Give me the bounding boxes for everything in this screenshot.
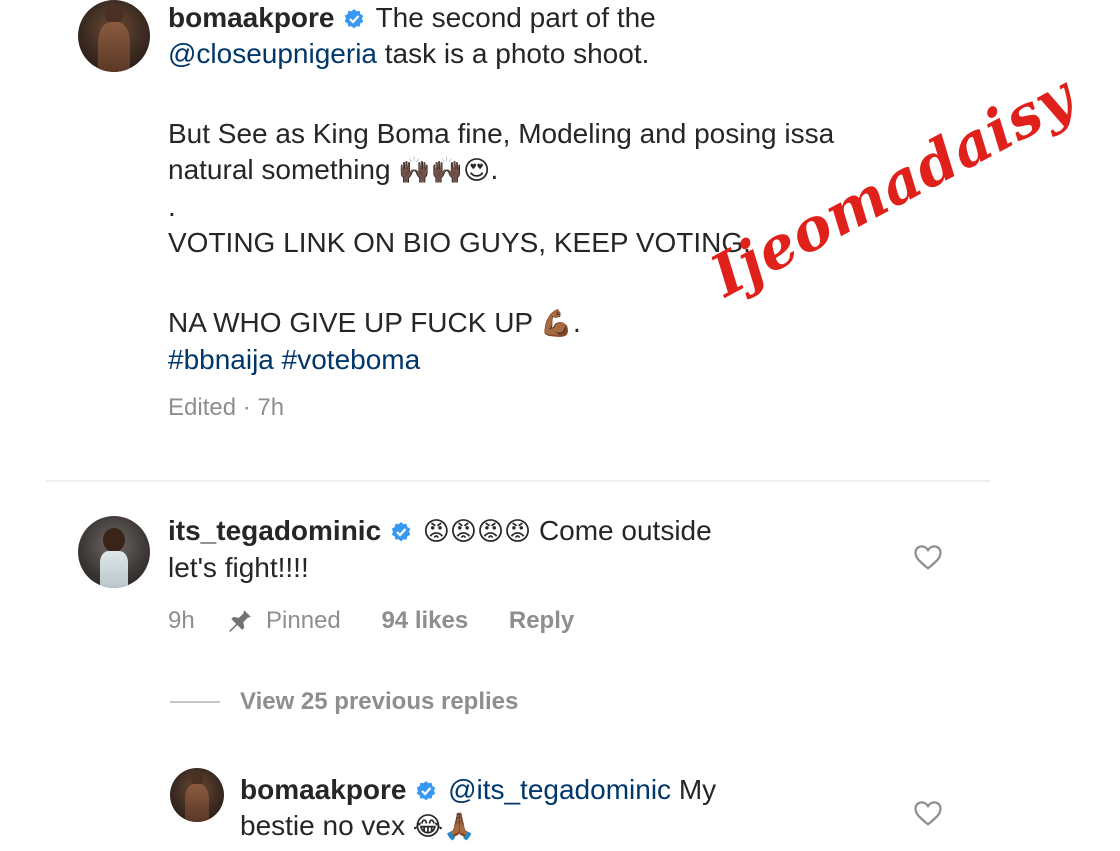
pinned-label: Pinned <box>266 607 341 634</box>
caption-para-4: NA WHO GIVE UP FUCK UP 💪🏾. <box>168 305 988 342</box>
divider <box>45 480 990 482</box>
comment-text-1: Come outside <box>538 515 712 546</box>
caption-emojis: 🙌🏿🙌🏿😍. <box>398 156 499 186</box>
caption-text-1: The second part of the <box>375 2 656 33</box>
comment-body: its_tegadominic 😡😡😡😡 Come outside let's … <box>168 513 888 586</box>
avatar-head <box>103 527 125 552</box>
heart-icon[interactable] <box>913 542 943 572</box>
avatar-torso <box>99 550 129 588</box>
comment-text-2: let's fight!!!! <box>168 552 309 583</box>
view-replies-label: View 25 previous replies <box>240 688 519 715</box>
avatar-torso <box>185 784 209 822</box>
verified-badge-icon <box>391 522 411 542</box>
likes-count[interactable]: 94 likes <box>381 607 468 634</box>
reply-body: bomaakpore @its_tegadominic My bestie no… <box>240 772 880 845</box>
mention-link[interactable]: @closeupnigeria <box>168 38 377 69</box>
reply-button[interactable]: Reply <box>509 607 574 634</box>
heart-icon[interactable] <box>913 798 943 828</box>
angry-face-emojis: 😡😡😡😡 <box>422 517 532 547</box>
caption-para-2-text: But See as King Boma fine, Modeling and … <box>168 118 835 149</box>
caption-text-2: task is a photo shoot. <box>384 38 650 69</box>
comment-time: 9h <box>168 607 195 634</box>
view-replies-button[interactable]: View 25 previous replies <box>170 688 518 716</box>
post-meta: Edited · 7h <box>168 394 285 421</box>
flexed-biceps-emoji: 💪🏾. <box>540 309 582 339</box>
reply-mention-link[interactable]: @its_tegadominic <box>448 774 671 805</box>
pin-icon <box>229 608 252 632</box>
caption-line-1: bomaakpore The second part of the <box>168 0 988 36</box>
verified-badge-icon <box>345 9 364 29</box>
reply-author-avatar[interactable] <box>170 768 224 822</box>
post-username[interactable]: bomaakpore <box>168 2 335 33</box>
reply-emojis: 😂🙏🏾 <box>412 812 476 842</box>
reply-text-2: bestie no vex <box>240 810 405 841</box>
hashtag-links[interactable]: #bbnaija #voteboma <box>168 344 420 375</box>
verified-badge-icon <box>417 781 436 801</box>
commenter-avatar[interactable] <box>78 516 150 588</box>
reply-username[interactable]: bomaakpore <box>240 774 407 805</box>
comment-username[interactable]: its_tegadominic <box>168 515 381 546</box>
reply-text-1: My <box>678 774 717 805</box>
caption-para-4-text: NA WHO GIVE UP FUCK UP <box>168 307 533 338</box>
avatar-torso <box>98 21 130 72</box>
post-author-avatar[interactable] <box>78 0 150 72</box>
caption-para-2-text-2: natural something <box>168 154 391 185</box>
view-replies-line <box>170 701 220 703</box>
caption-line-2: @closeupnigeria task is a photo shoot. <box>168 36 988 72</box>
caption-hashtags: #bbnaija #voteboma <box>168 342 988 378</box>
comment-meta-row: 9h Pinned 94 likes Reply <box>168 606 608 635</box>
